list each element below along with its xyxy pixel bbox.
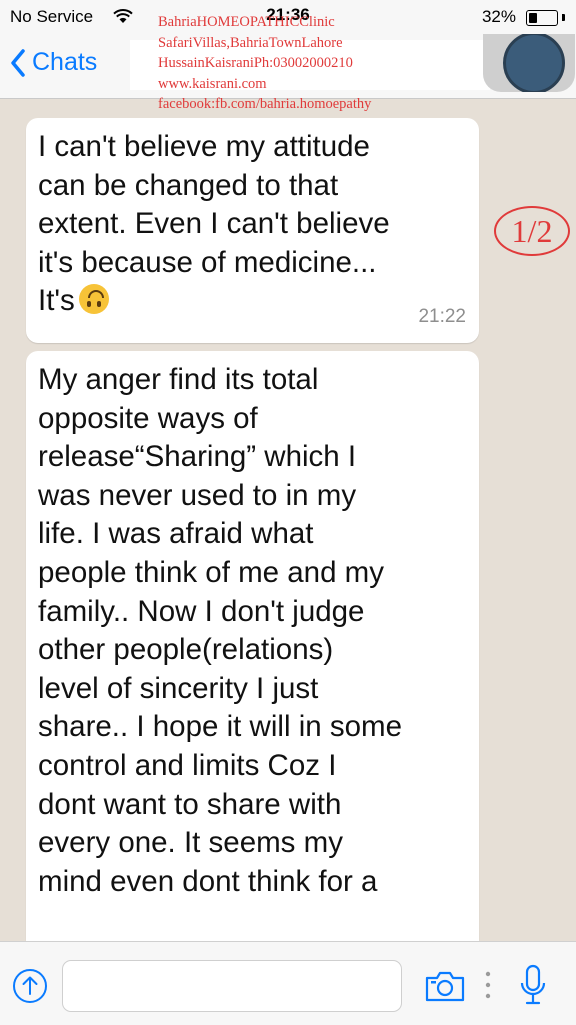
message-line: other people(relations) — [38, 633, 334, 667]
watermark-line: www.kaisrani.com — [158, 75, 267, 92]
back-to-chats-button[interactable]: Chats — [10, 48, 97, 77]
watermark-line: BahriaHOMEOPATHICClinic — [158, 14, 335, 30]
message-line: release“Sharing” which I — [38, 440, 357, 474]
chevron-left-icon — [11, 48, 25, 77]
message-input-bar — [0, 941, 576, 1025]
clinic-watermark: BahriaHOMEOPATHICClinic SafariVillas,Bah… — [158, 12, 371, 115]
watermark-line: facebook:fb.com/bahria.homoepathy — [158, 96, 372, 112]
message-input[interactable] — [62, 960, 402, 1012]
incoming-message[interactable]: I can't believe my attitude can be chang… — [26, 118, 479, 343]
message-line: share.. I hope it will in some — [38, 710, 402, 744]
page-marker-annotation: 1/2 — [494, 206, 570, 256]
message-line: can be changed to that — [38, 168, 339, 202]
more-icon[interactable] — [484, 970, 492, 1000]
message-line: extent. Even I can't believe — [38, 207, 390, 241]
message-line: was never used to in my — [38, 478, 357, 512]
message-line: I can't believe my attitude — [38, 130, 370, 163]
message-line: it's because of medicine... — [38, 245, 377, 279]
watermark-line: HussainKaisraniPh:03002000210 — [158, 55, 353, 71]
battery-tip — [562, 14, 565, 21]
message-line: opposite ways of — [38, 401, 258, 435]
watermark-line: SafariVillas,BahriaTownLahore — [158, 34, 343, 51]
message-line: My anger find its total — [38, 363, 319, 396]
plus-icon[interactable] — [12, 968, 48, 1004]
message-line: family.. Now I don't judge — [38, 594, 365, 628]
message-line: dont want to share with — [38, 787, 342, 821]
message-list[interactable]: I can't believe my attitude can be chang… — [0, 99, 576, 941]
message-line: mind even dont think for a — [38, 864, 378, 898]
battery-icon — [526, 10, 558, 26]
incoming-message[interactable]: My anger find its total opposite ways of… — [26, 351, 479, 941]
camera-icon[interactable] — [424, 968, 466, 1004]
back-label: Chats — [32, 48, 98, 76]
message-line: level of sincerity I just — [38, 671, 319, 705]
message-timestamp: 21:22 — [418, 306, 466, 328]
avatar-image — [503, 32, 565, 92]
message-line: It's — [38, 284, 75, 318]
message-line-with-emoji: It's — [38, 282, 467, 321]
message-line: every one. It seems my — [38, 826, 343, 860]
message-line: life. I was afraid what — [38, 517, 314, 551]
message-line: control and limits Coz I — [38, 748, 337, 782]
microphone-icon[interactable] — [520, 964, 546, 1006]
upside-down-face-emoji-icon — [78, 284, 109, 315]
battery-fill — [529, 13, 537, 23]
message-line: people think of me and my — [38, 555, 385, 589]
battery-percentage: 32% — [481, 7, 516, 26]
